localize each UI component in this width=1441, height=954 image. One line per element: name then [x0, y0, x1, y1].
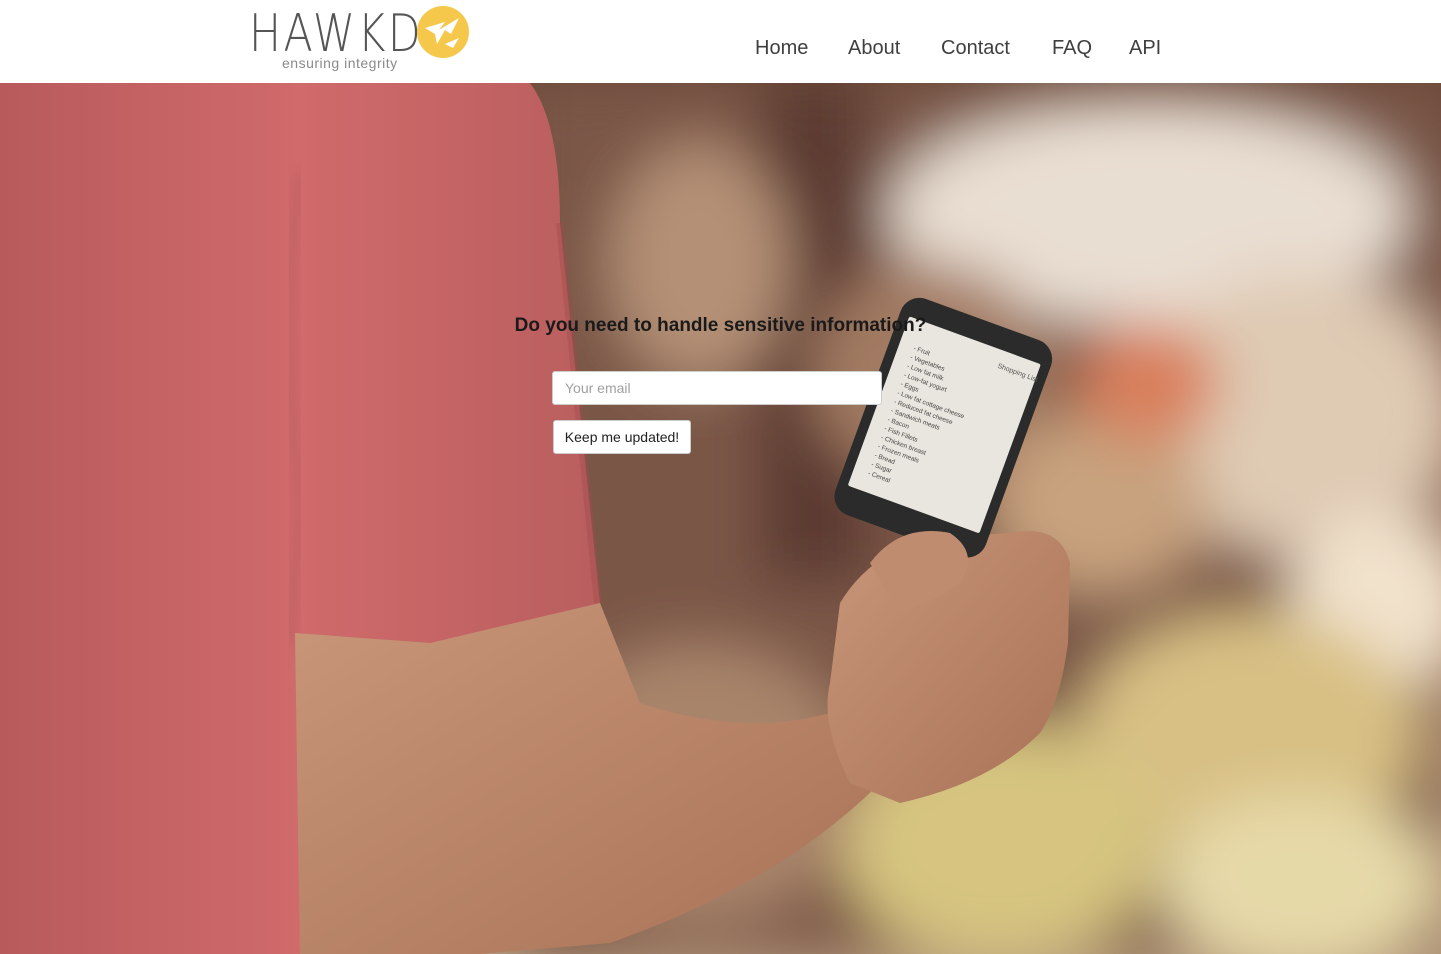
main-nav: Home About Contact FAQ API [0, 37, 1441, 63]
nav-faq[interactable]: FAQ [1052, 37, 1092, 60]
nav-contact[interactable]: Contact [941, 37, 1010, 60]
hero-headline: Do you need to handle sensitive informat… [514, 315, 927, 336]
keep-me-updated-button[interactable]: Keep me updated! [553, 420, 691, 454]
nav-about[interactable]: About [848, 37, 900, 60]
hero-background-image: Shopping List- Fruit- Vegetables- Low fa… [0, 83, 1441, 954]
nav-api[interactable]: API [1129, 37, 1161, 60]
hero-section: Shopping List - Fruit - Vegetables - Low fa… [0, 83, 1441, 954]
nav-home[interactable]: Home [755, 37, 808, 60]
email-input[interactable] [552, 371, 882, 405]
site-header: HAWKD ensuring integrity Home About Cont… [0, 0, 1441, 83]
